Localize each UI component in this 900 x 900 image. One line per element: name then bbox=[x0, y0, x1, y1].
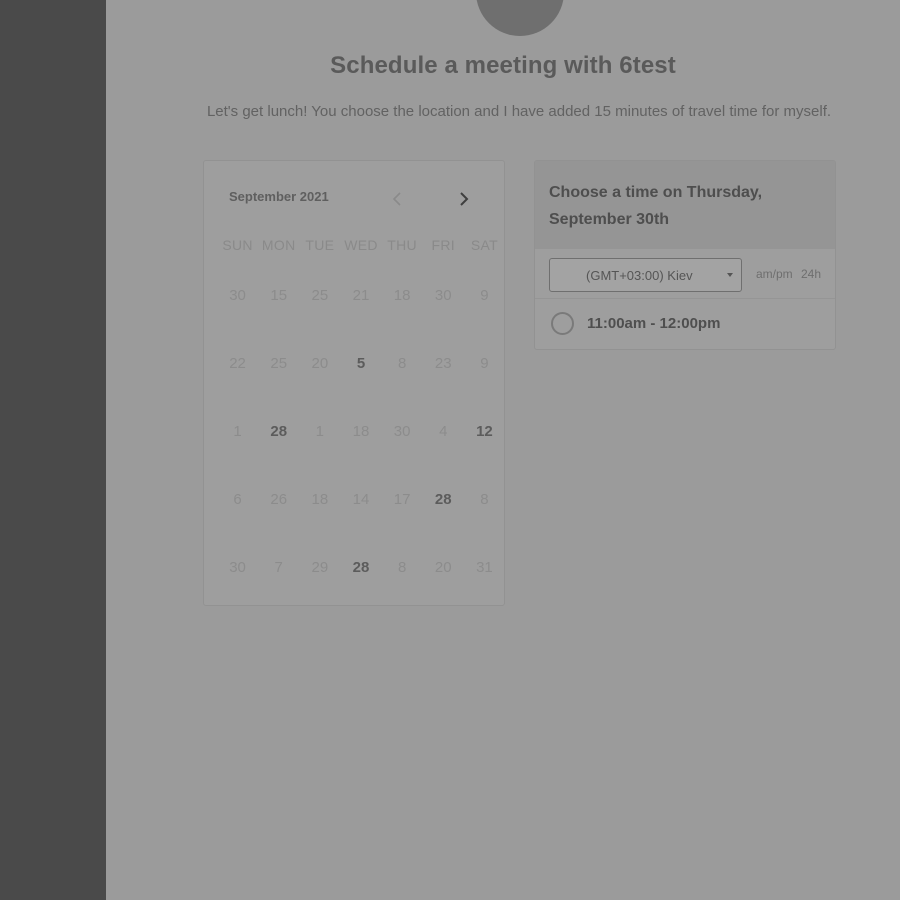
calendar-day: 8 bbox=[480, 490, 489, 508]
page-title: Schedule a meeting with 6test bbox=[330, 52, 676, 79]
calendar-day: 1 bbox=[233, 422, 242, 440]
calendar-day: 14 bbox=[352, 490, 370, 508]
calendar-day: 21 bbox=[352, 286, 370, 304]
calendar-day: 18 bbox=[352, 422, 370, 440]
calendar-day: 26 bbox=[270, 490, 288, 508]
calendar-day: 1 bbox=[315, 422, 325, 440]
calendar-day-available[interactable]: 12 bbox=[464, 397, 505, 465]
time-panel: Choose a time on Thursday, September 30t… bbox=[534, 160, 836, 350]
weekday-label: SAT bbox=[470, 237, 498, 253]
calendar-day: 20 bbox=[434, 558, 452, 576]
page-subtitle: Let's get lunch! You choose the location… bbox=[206, 103, 832, 120]
timezone-select[interactable]: (GMT+03:00) Kiev bbox=[549, 258, 742, 292]
calendar-day: 25 bbox=[270, 354, 288, 372]
weekday-label: WED bbox=[344, 237, 378, 253]
divider bbox=[535, 298, 835, 299]
calendar: September 2021 SUN MON TUE WED THU FRI SAT 30 1… bbox=[203, 160, 505, 606]
calendar-day-available[interactable]: 5 bbox=[340, 329, 381, 397]
calendar-day: 30 bbox=[229, 286, 246, 304]
calendar-day: 31 bbox=[476, 558, 493, 576]
calendar-day: 9 bbox=[480, 286, 489, 304]
weekday-label: SUN bbox=[222, 237, 253, 253]
weekday-label: FRI bbox=[431, 237, 455, 253]
time-slot-label: 11:00am - 12:00pm bbox=[587, 315, 721, 332]
calendar-day: 20 bbox=[311, 354, 329, 372]
time-slot[interactable]: 11:00am - 12:00pm bbox=[551, 312, 720, 335]
weekday-label: TUE bbox=[305, 237, 335, 253]
chevron-left-icon[interactable] bbox=[385, 187, 409, 211]
calendar-day: 29 bbox=[311, 558, 329, 576]
caret-down-icon bbox=[727, 273, 733, 277]
time-panel-title: Choose a time on Thursday, September 30t… bbox=[549, 184, 763, 228]
calendar-day: 8 bbox=[397, 354, 407, 372]
calendar-day-available[interactable]: 28 bbox=[258, 397, 299, 465]
calendar-day: 9 bbox=[480, 354, 489, 372]
sidebar bbox=[0, 0, 106, 900]
calendar-day: 4 bbox=[439, 422, 448, 440]
calendar-day: 30 bbox=[434, 286, 452, 304]
calendar-day: 22 bbox=[229, 354, 246, 372]
radio-circle-icon[interactable] bbox=[551, 312, 574, 335]
calendar-day: 8 bbox=[397, 558, 407, 576]
calendar-weekdays: SUN MON TUE WED THU FRI SAT bbox=[217, 237, 505, 253]
chevron-right-icon[interactable] bbox=[452, 187, 476, 211]
weekday-label: THU bbox=[387, 237, 417, 253]
weekday-label: MON bbox=[261, 237, 296, 253]
calendar-day: 15 bbox=[270, 286, 288, 304]
calendar-day: 30 bbox=[229, 558, 246, 576]
calendar-month-label: September 2021 bbox=[229, 189, 329, 204]
format-24h-toggle[interactable]: 24h bbox=[801, 267, 821, 281]
calendar-day-available[interactable]: 28 bbox=[423, 465, 464, 533]
calendar-day-available[interactable]: 28 bbox=[340, 533, 381, 601]
calendar-day: 23 bbox=[434, 354, 452, 372]
calendar-day: 18 bbox=[393, 286, 411, 304]
calendar-grid: 30 15 25 21 18 30 9 22 25 20 5 8 23 9 1 28 1 18 30 4 12 6 26 18… bbox=[217, 261, 505, 601]
calendar-day: 7 bbox=[274, 558, 283, 576]
format-ampm-toggle[interactable]: am/pm bbox=[756, 267, 793, 281]
calendar-day: 18 bbox=[311, 490, 329, 508]
calendar-day: 17 bbox=[393, 490, 411, 508]
calendar-day: 25 bbox=[311, 286, 329, 304]
calendar-day: 6 bbox=[233, 490, 242, 508]
calendar-day: 30 bbox=[393, 422, 411, 440]
timezone-value: (GMT+03:00) Kiev bbox=[586, 267, 693, 283]
